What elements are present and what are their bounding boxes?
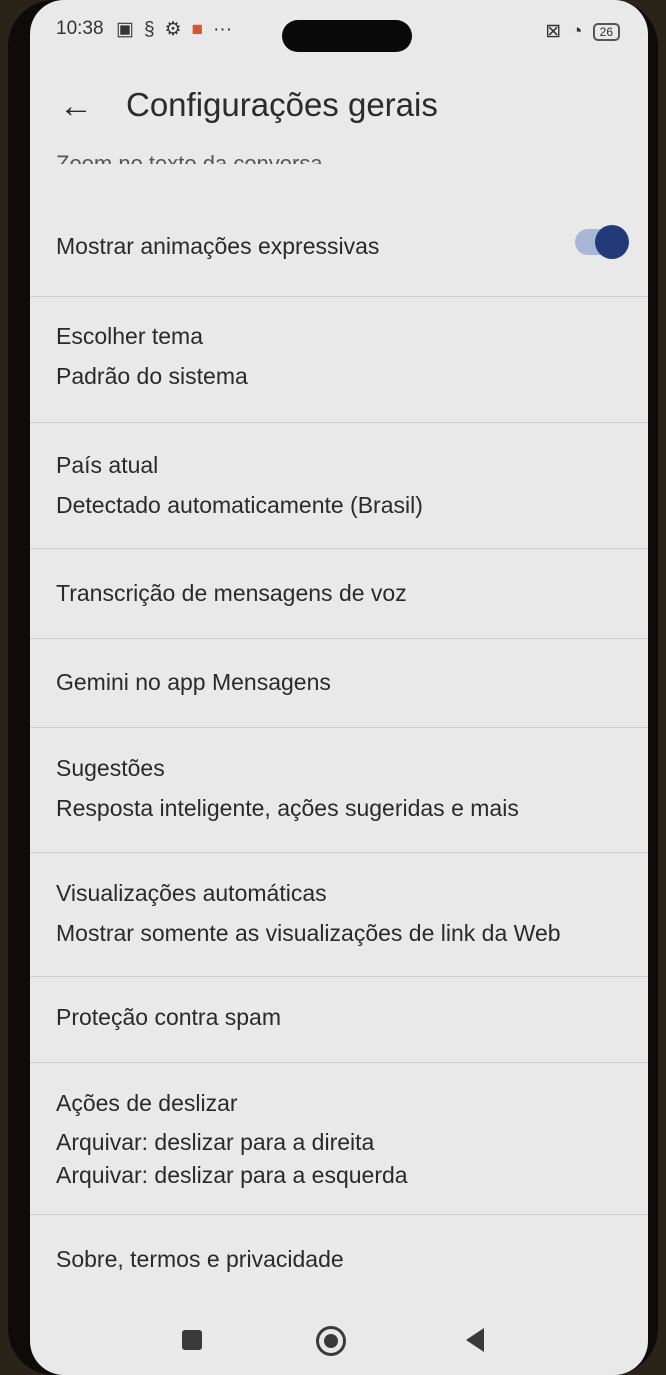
sync-icon: § bbox=[143, 18, 155, 40]
setting-label: Sugestões bbox=[56, 755, 165, 781]
gear-icon: ⚙ bbox=[164, 19, 182, 40]
setting-label: Transcrição de mensagens de voz bbox=[56, 580, 407, 606]
setting-label: Gemini no app Mensagens bbox=[56, 669, 331, 695]
setting-value: Mostrar somente as visualizações de link… bbox=[56, 920, 561, 946]
arrow-left-icon[interactable]: ← bbox=[54, 84, 98, 128]
setting-value: Arquivar: deslizar para a direita bbox=[56, 1129, 375, 1155]
clipped-list-item[interactable]: Zoom no texto da conversa bbox=[56, 136, 323, 164]
phone-frame: 10:38 ▣ § ⚙ ■ ··· ⊠ ◔ 26 ← Configurações… bbox=[8, 0, 658, 1375]
setting-value: Detectado automaticamente (Brasil) bbox=[56, 492, 423, 518]
setting-expressive-animations[interactable]: Mostrar animações expressivas bbox=[30, 200, 648, 290]
setting-label: Proteção contra spam bbox=[56, 1004, 282, 1030]
setting-label: Sobre, termos e privacidade bbox=[56, 1246, 344, 1272]
nfc-icon: ▣ bbox=[116, 19, 134, 40]
setting-gemini[interactable]: Gemini no app Mensagens bbox=[30, 645, 648, 725]
setting-voice-transcription[interactable]: Transcrição de mensagens de voz bbox=[30, 556, 648, 636]
setting-swipe-actions[interactable]: Ações de deslizar Arquivar: deslizar par… bbox=[30, 1070, 648, 1210]
square-icon[interactable] bbox=[182, 1330, 202, 1350]
divider bbox=[30, 422, 648, 423]
setting-auto-previews[interactable]: Visualizações automáticas Mostrar soment… bbox=[30, 860, 648, 970]
setting-value: Resposta inteligente, ações sugeridas e … bbox=[56, 795, 519, 821]
setting-label: Escolher tema bbox=[56, 323, 204, 349]
setting-label: Visualizações automáticas bbox=[56, 880, 327, 906]
status-notification-icons: ▣ § ⚙ ■ ··· bbox=[116, 18, 232, 41]
divider bbox=[30, 1062, 648, 1063]
setting-about[interactable]: Sobre, termos e privacidade bbox=[30, 1222, 648, 1292]
divider bbox=[30, 548, 648, 549]
divider bbox=[30, 976, 648, 977]
divider bbox=[30, 727, 648, 728]
status-bar: 10:38 ▣ § ⚙ ■ ··· ⊠ ◔ 26 bbox=[30, 0, 648, 60]
camera-notch bbox=[282, 20, 412, 52]
circle-icon[interactable] bbox=[316, 1326, 346, 1356]
toggle-knob bbox=[595, 225, 629, 259]
setting-value: Padrão do sistema bbox=[56, 363, 248, 389]
setting-suggestions[interactable]: Sugestões Resposta inteligente, ações su… bbox=[30, 735, 648, 845]
more-icon: ··· bbox=[213, 18, 233, 40]
divider bbox=[30, 1214, 648, 1215]
page-title: Configurações gerais bbox=[126, 86, 438, 123]
divider bbox=[30, 638, 648, 639]
status-system-icons: ⊠ ◔ 26 bbox=[545, 20, 620, 43]
setting-label: Ações de deslizar bbox=[56, 1090, 238, 1116]
divider bbox=[30, 296, 648, 297]
triangle-left-icon[interactable] bbox=[466, 1328, 484, 1352]
navigation-bar bbox=[30, 1300, 648, 1375]
setting-label: País atual bbox=[56, 452, 159, 478]
divider bbox=[30, 852, 648, 853]
status-time: 10:38 bbox=[56, 18, 104, 39]
animations-toggle[interactable] bbox=[575, 225, 629, 259]
setting-country[interactable]: País atual Detectado automaticamente (Br… bbox=[30, 430, 648, 540]
setting-spam-protection[interactable]: Proteção contra spam bbox=[30, 984, 648, 1064]
mute-icon: ⊠ bbox=[545, 21, 562, 42]
setting-value: Arquivar: deslizar para a esquerda bbox=[56, 1162, 408, 1188]
wifi-icon: ◔ bbox=[571, 20, 583, 42]
setting-label: Mostrar animações expressivas bbox=[56, 233, 380, 259]
setting-theme[interactable]: Escolher tema Padrão do sistema bbox=[30, 305, 648, 415]
app-header: ← Configurações gerais bbox=[30, 70, 648, 146]
screen: 10:38 ▣ § ⚙ ■ ··· ⊠ ◔ 26 ← Configurações… bbox=[30, 0, 648, 1375]
battery-icon: 26 bbox=[592, 22, 620, 41]
app-notification-icon: ■ bbox=[191, 18, 204, 40]
